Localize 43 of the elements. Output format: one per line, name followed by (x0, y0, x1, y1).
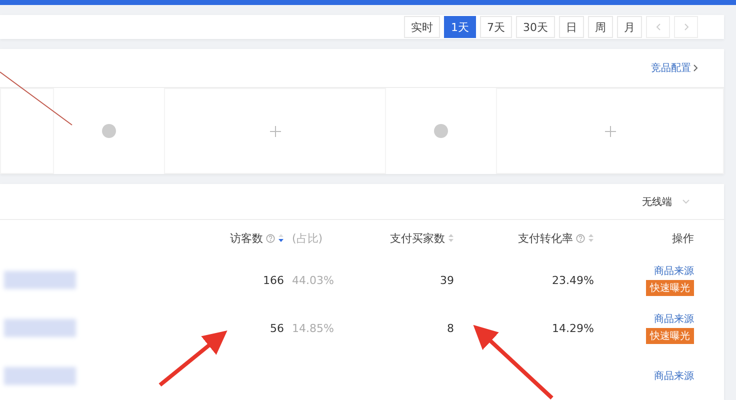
product-source-link[interactable]: 商品来源 (654, 369, 694, 383)
competitor-slot[interactable] (0, 88, 54, 174)
product-source-link[interactable]: 商品来源 (654, 264, 694, 278)
date-range-tab[interactable]: 周 (588, 16, 613, 38)
plus-icon (270, 126, 280, 136)
date-range-tab[interactable]: 日 (559, 16, 584, 38)
date-range-tab[interactable]: 30天 (516, 16, 555, 38)
date-range-tab[interactable]: 7天 (480, 16, 512, 38)
annotation-arrow (158, 330, 228, 387)
column-header: 支付转化率 (518, 230, 573, 246)
chevron-right-icon (684, 23, 688, 31)
column-header: 操作 (672, 230, 694, 246)
versus-icon (434, 124, 448, 138)
table-cell: 23.49% (552, 274, 594, 286)
table-cell: 166 (263, 274, 284, 286)
table-cell: 39 (440, 274, 454, 286)
product-source-link[interactable]: 商品来源 (654, 312, 694, 326)
blurred-product-name (4, 271, 76, 289)
date-range-tab[interactable]: 月 (617, 16, 642, 38)
date-range-tab[interactable]: 1天 (444, 16, 476, 38)
blurred-product-name (4, 319, 76, 337)
blurred-product-name (4, 367, 76, 385)
chevron-down-icon (682, 199, 690, 204)
sort-icon[interactable] (278, 233, 284, 243)
competitor-config-link[interactable]: 竞品配置 (651, 61, 698, 75)
date-range-tab[interactable]: 实时 (404, 16, 440, 38)
versus-icon (102, 124, 116, 138)
add-competitor-slot[interactable] (496, 88, 724, 174)
table-cell: 14.29% (552, 322, 594, 334)
table-cell: 8 (447, 322, 454, 334)
chevron-right-icon (693, 64, 698, 72)
table-cell: 14.85% (292, 322, 334, 334)
add-competitor-slot[interactable] (164, 88, 386, 174)
chevron-left-icon (656, 23, 660, 31)
column-header: 支付买家数 (390, 230, 445, 246)
table-cell: 56 (270, 322, 284, 334)
next-button[interactable] (674, 16, 698, 38)
table-cell: 44.03% (292, 274, 334, 286)
column-header: 访客数 (230, 230, 263, 246)
plus-icon (604, 126, 616, 136)
previous-button[interactable] (646, 16, 670, 38)
column-header: (占比) (292, 230, 323, 246)
terminal-select[interactable]: 无线端 (642, 194, 690, 208)
